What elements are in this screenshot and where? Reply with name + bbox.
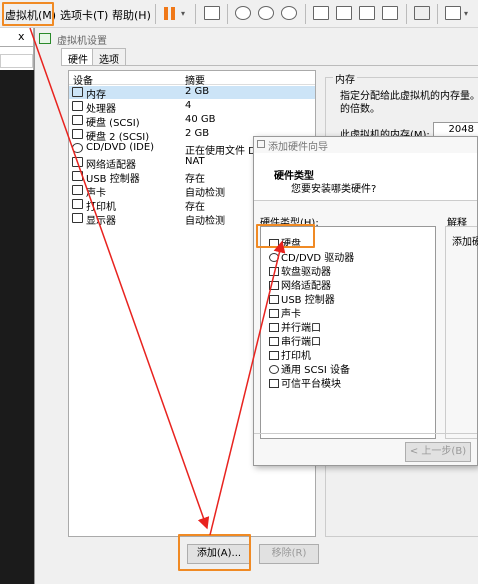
annotation-arrows (29, 27, 286, 536)
arrow-menu-to-add (29, 27, 210, 530)
arrow-add-to-disk (209, 240, 286, 536)
